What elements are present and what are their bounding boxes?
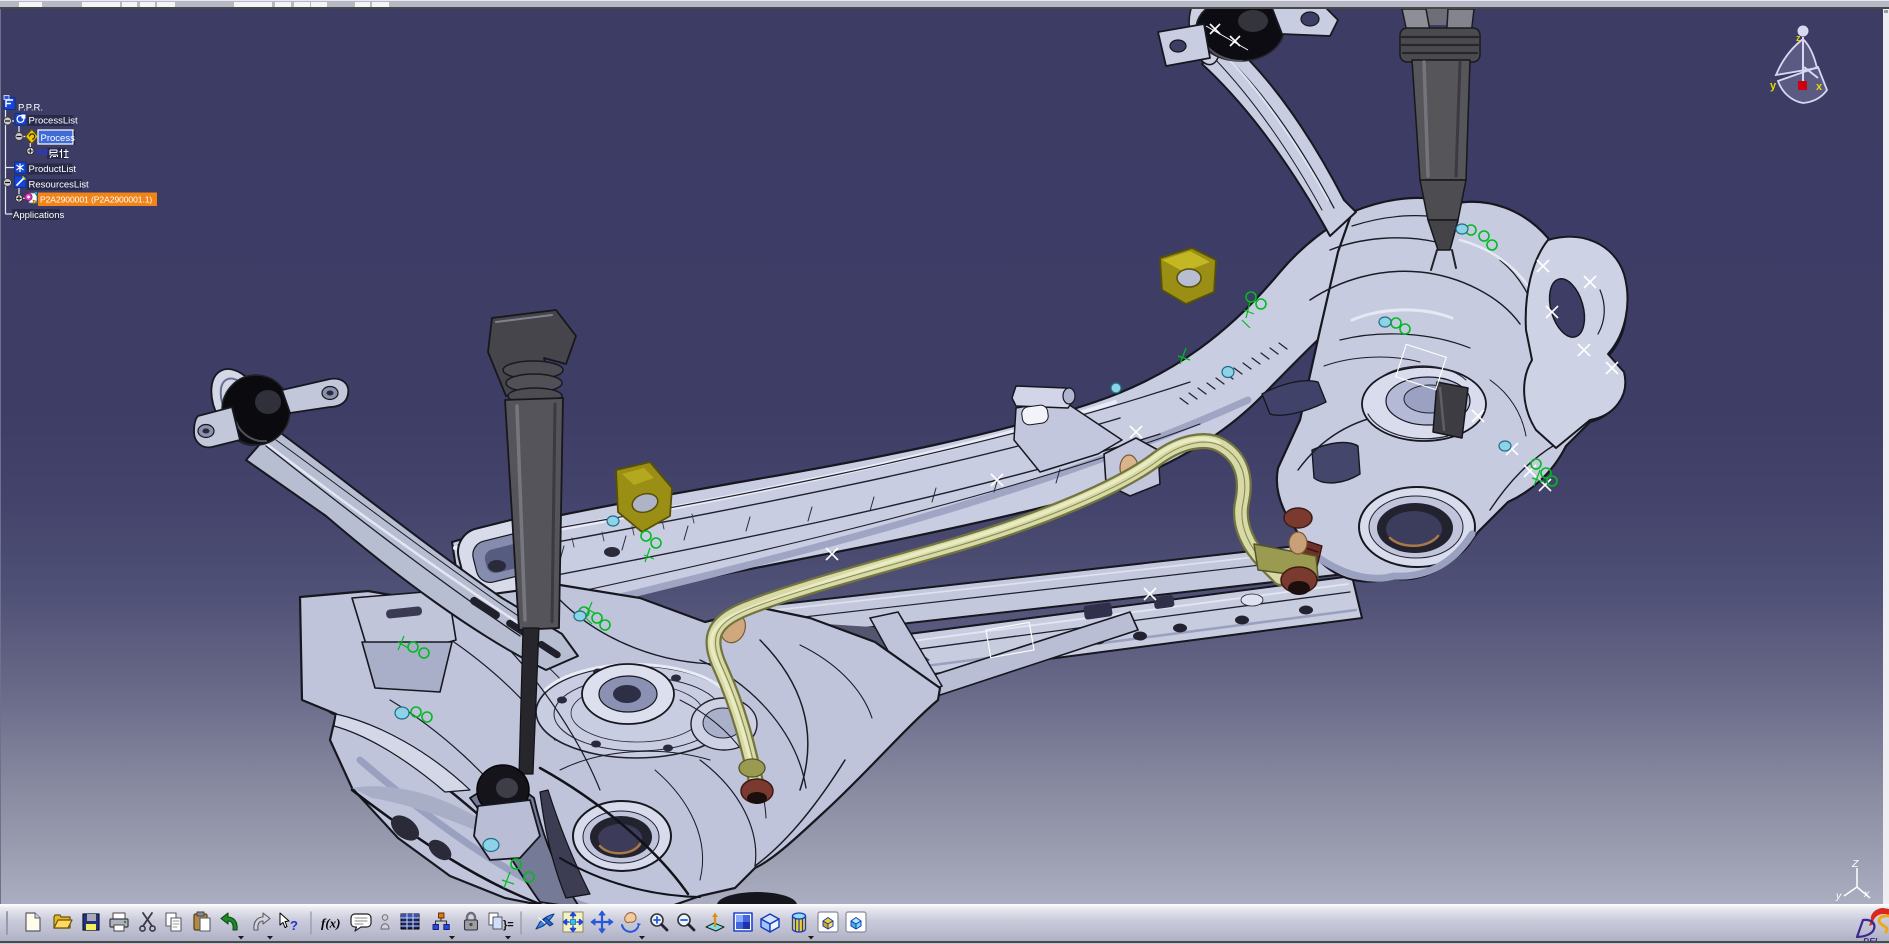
svg-text:P.P.R.: P.P.R. [18, 103, 43, 114]
svg-text:y: y [1835, 890, 1842, 902]
svg-text:f(x): f(x) [321, 916, 341, 931]
svg-text:Applications: Applications [13, 210, 64, 221]
svg-text:z: z [1796, 33, 1801, 43]
svg-text:Att: Att [36, 147, 50, 157]
svg-text:ProductList: ProductList [29, 164, 77, 175]
svg-text:y: y [1770, 80, 1777, 92]
svg-text:}=: }= [503, 919, 514, 931]
svg-text:x: x [1816, 81, 1823, 93]
svg-text:ProcessList: ProcessList [29, 116, 78, 127]
svg-text:?: ? [290, 918, 298, 933]
svg-text:Process: Process [41, 133, 76, 144]
svg-text:ResourcesList: ResourcesList [29, 180, 90, 191]
svg-text:Z: Z [1851, 858, 1859, 870]
svg-text:x: x [1863, 888, 1870, 900]
svg-text:P2A2900001 (P2A2900001.1): P2A2900001 (P2A2900001.1) [40, 195, 152, 205]
